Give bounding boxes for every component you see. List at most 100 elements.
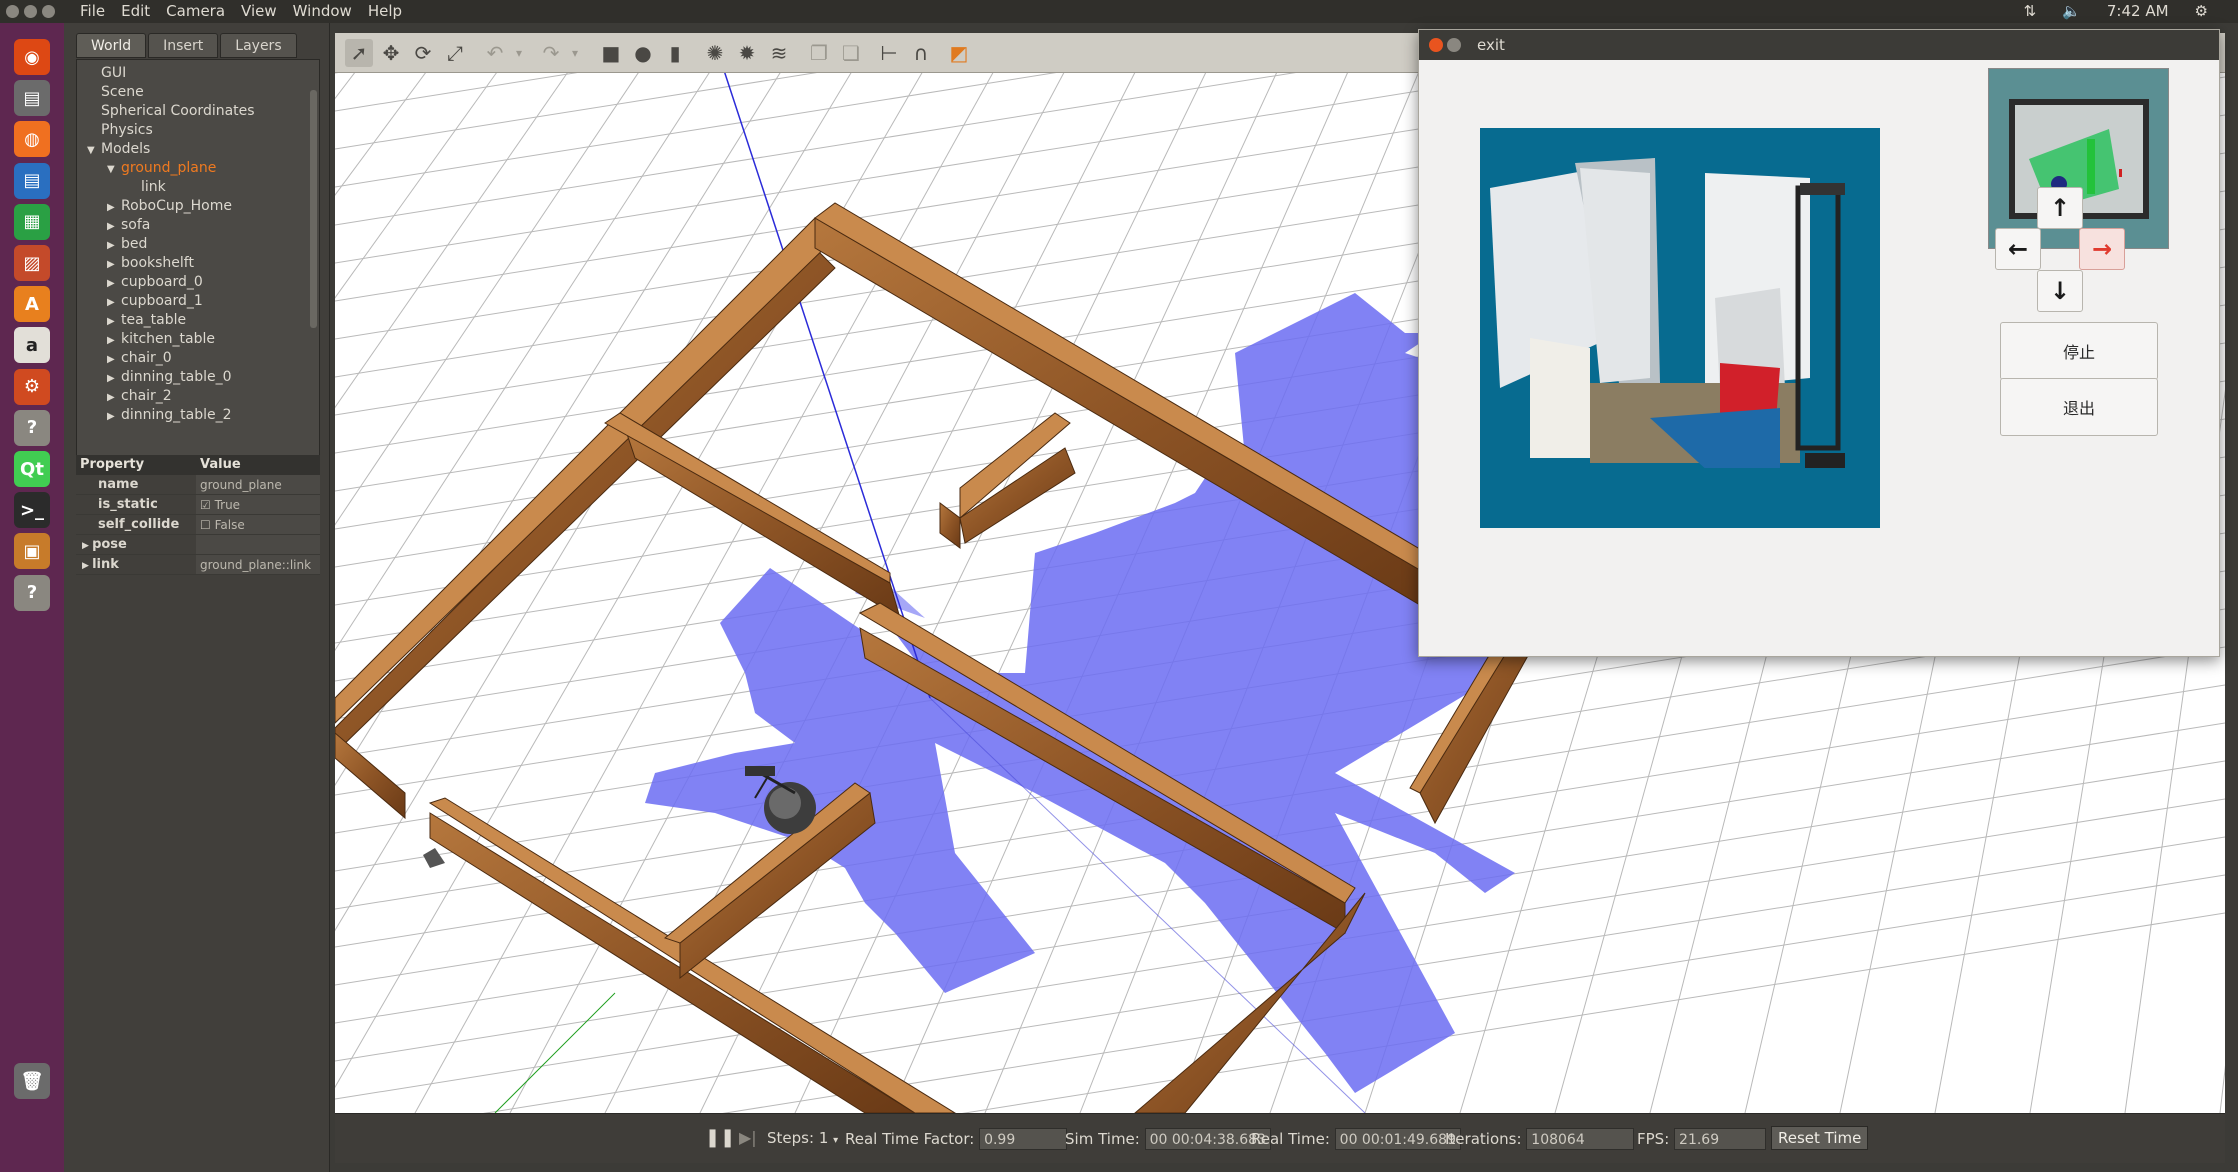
stop-button[interactable]: 停止	[2000, 322, 2158, 380]
qt-creator-icon[interactable]: Qt	[14, 451, 50, 487]
expand-right-icon[interactable]: ▶	[107, 236, 121, 255]
clock[interactable]: 7:42 AM	[2107, 2, 2169, 21]
tree-item[interactable]: ▶ dinning_table_0	[107, 368, 232, 387]
expand-right-icon[interactable]: ▶	[107, 255, 121, 274]
expand-right-icon[interactable]: ▶	[82, 561, 92, 571]
select-mode-icon[interactable]: ➚	[345, 39, 373, 67]
menu-item-edit[interactable]: Edit	[113, 2, 158, 21]
reset-time-button[interactable]: Reset Time	[1771, 1126, 1869, 1150]
property-row[interactable]: name ground_plane	[76, 475, 320, 495]
menu-item-view[interactable]: View	[233, 2, 285, 21]
help-icon[interactable]: ?	[14, 409, 50, 446]
exit-button[interactable]: 退出	[2000, 378, 2158, 436]
property-row[interactable]: is_static ☑ True	[76, 495, 320, 515]
menu-item-window[interactable]: Window	[285, 2, 360, 21]
paste-icon[interactable]: ❏	[837, 39, 865, 67]
volume-icon[interactable]: 🔈	[2062, 2, 2081, 21]
sphere-shape-icon[interactable]: ●	[629, 39, 657, 67]
copy-icon[interactable]: ❐	[805, 39, 833, 67]
rotate-mode-icon[interactable]: ⟳	[409, 39, 437, 67]
spot-light-icon[interactable]: ✹	[733, 39, 761, 67]
close-icon[interactable]	[1429, 38, 1443, 52]
tree-item[interactable]: ▶ chair_2	[107, 387, 172, 406]
turn-right-button[interactable]: →	[2079, 228, 2125, 270]
tree-item[interactable]: ▶ cupboard_0	[107, 273, 203, 292]
checkbox[interactable]: ☐	[200, 518, 215, 532]
tree-item[interactable]: ▶ chair_0	[107, 349, 172, 368]
tree-item[interactable]: Spherical Coordinates	[87, 102, 255, 121]
tab-world[interactable]: World	[76, 33, 147, 58]
tree-item[interactable]: ▼ Models	[87, 140, 150, 159]
backward-button[interactable]: ↓	[2037, 270, 2083, 312]
trash-icon[interactable]: 🗑	[14, 1063, 50, 1099]
minimize-icon[interactable]	[1447, 38, 1461, 52]
cylinder-shape-icon[interactable]: ▮	[661, 39, 689, 67]
property-row[interactable]: ▶ link ground_plane::link	[76, 555, 320, 575]
settings-icon[interactable]: ⚙	[14, 368, 50, 405]
menu-item-file[interactable]: File	[72, 2, 113, 21]
tree-item[interactable]: ▼ ground_plane	[107, 159, 216, 178]
tab-insert[interactable]: Insert	[148, 33, 219, 58]
expand-right-icon[interactable]: ▶	[82, 541, 92, 551]
turn-left-button[interactable]: ←	[1995, 228, 2041, 270]
window-close-icon[interactable]	[6, 5, 19, 18]
tree-item[interactable]: link	[127, 178, 166, 197]
property-row[interactable]: ▶ pose	[76, 535, 320, 555]
translate-mode-icon[interactable]: ✥	[377, 39, 405, 67]
window-minimize-icon[interactable]	[24, 5, 37, 18]
files-icon[interactable]: ▤	[14, 80, 50, 117]
expand-right-icon[interactable]: ▶	[107, 217, 121, 236]
forward-button[interactable]: ↑	[2037, 187, 2083, 229]
network-icon[interactable]: ⇅	[2024, 2, 2037, 21]
tree-item[interactable]: ▶ dinning_table_2	[107, 406, 232, 425]
step-icon[interactable]: ▶|	[739, 1128, 757, 1148]
tree-item[interactable]: ▶ sofa	[107, 216, 150, 235]
amazon-icon[interactable]: a	[14, 327, 50, 364]
box-shape-icon[interactable]: ■	[597, 39, 625, 67]
property-row[interactable]: self_collide ☐ False	[76, 515, 320, 535]
expand-right-icon[interactable]: ▶	[107, 274, 121, 293]
camera-view-icon[interactable]: ◩	[945, 39, 973, 67]
expand-right-icon[interactable]: ▶	[107, 350, 121, 369]
expand-down-icon[interactable]: ▼	[107, 160, 121, 179]
tree-item[interactable]: ▶ tea_table	[107, 311, 186, 330]
impress-icon[interactable]: ▨	[14, 245, 50, 281]
tree-item[interactable]: ▶ kitchen_table	[107, 330, 215, 349]
power-icon[interactable]: ⚙	[2195, 2, 2208, 21]
tab-layers[interactable]: Layers	[220, 33, 297, 58]
calc-icon[interactable]: ▦	[14, 203, 50, 240]
expand-right-icon[interactable]: ▶	[107, 407, 121, 426]
menu-item-help[interactable]: Help	[360, 2, 410, 21]
firefox-icon[interactable]: ◍	[14, 121, 50, 158]
snap-icon[interactable]: ∩	[907, 39, 935, 67]
menu-item-camera[interactable]: Camera	[158, 2, 233, 21]
expand-right-icon[interactable]: ▶	[107, 293, 121, 312]
writer-icon[interactable]: ▤	[14, 162, 50, 199]
steps-spinner-icon[interactable]: ▾	[833, 1135, 838, 1146]
expand-right-icon[interactable]: ▶	[107, 331, 121, 350]
software-center-icon[interactable]: A	[14, 286, 50, 323]
steps-value[interactable]: 1	[819, 1129, 829, 1147]
directional-light-icon[interactable]: ≋	[765, 39, 793, 67]
tree-item[interactable]: Physics	[87, 121, 153, 140]
window-maximize-icon[interactable]	[42, 5, 55, 18]
expand-right-icon[interactable]: ▶	[107, 198, 121, 217]
terminal-icon[interactable]: >_	[14, 492, 50, 529]
tree-item[interactable]: ▶ cupboard_1	[107, 292, 203, 311]
tree-item[interactable]: GUI	[87, 64, 126, 83]
undo-history-icon[interactable]: ▾	[505, 39, 533, 67]
tree-item[interactable]: Scene	[87, 83, 144, 102]
ubuntu-icon[interactable]: ◉	[14, 39, 50, 75]
expand-right-icon[interactable]: ▶	[107, 312, 121, 331]
tree-scrollbar[interactable]	[310, 90, 317, 328]
tree-item[interactable]: ▶ RoboCup_Home	[107, 197, 232, 216]
tree-item[interactable]: ▶ bed	[107, 235, 147, 254]
scale-mode-icon[interactable]: ⤢	[441, 39, 469, 67]
expand-right-icon[interactable]: ▶	[107, 388, 121, 407]
pause-icon[interactable]: ❚❚	[705, 1128, 735, 1148]
align-icon[interactable]: ⊢	[875, 39, 903, 67]
expand-down-icon[interactable]: ▼	[87, 141, 101, 160]
gazebo-icon[interactable]: ▣	[14, 533, 50, 570]
expand-right-icon[interactable]: ▶	[107, 369, 121, 388]
redo-history-icon[interactable]: ▾	[561, 39, 589, 67]
